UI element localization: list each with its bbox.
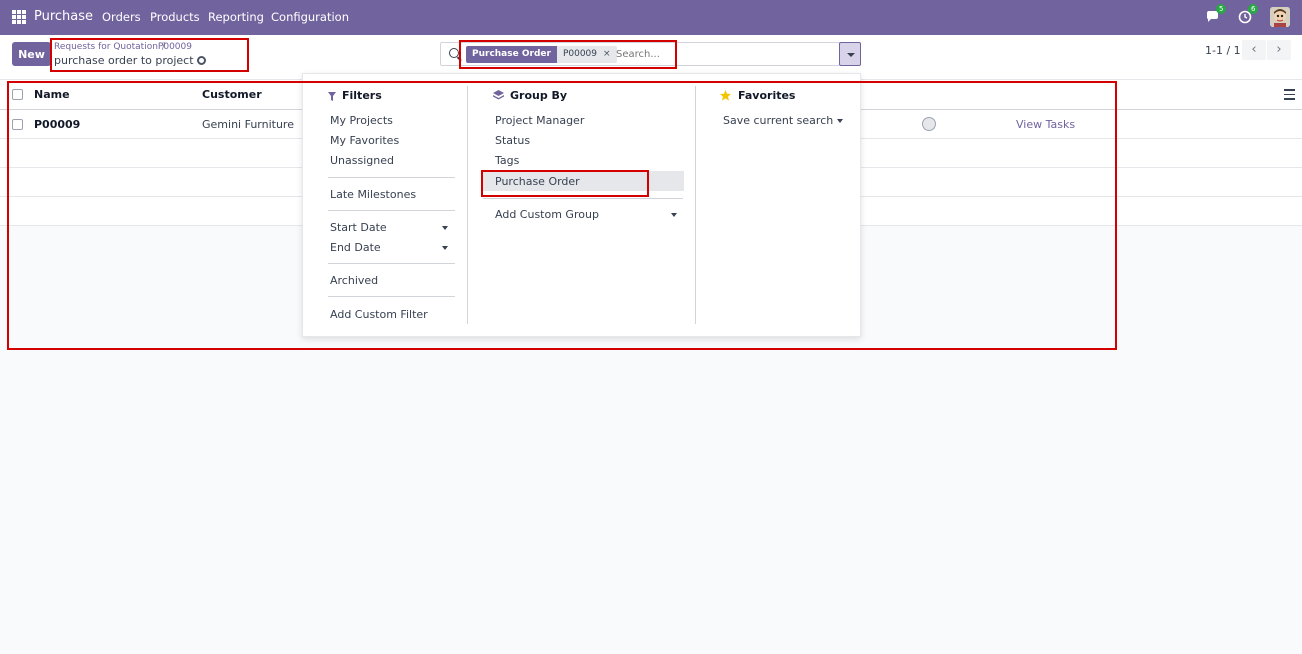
menu-configuration[interactable]: Configuration (271, 10, 349, 24)
pager-previous-button[interactable]: ‹ (1242, 40, 1266, 60)
search-icon (449, 48, 459, 58)
apps-menu-icon[interactable] (12, 10, 26, 24)
annotation-highlight-dropdown (7, 81, 1117, 350)
messages-badge: 5 (1216, 4, 1227, 14)
activities-button[interactable]: 6 (1238, 4, 1259, 27)
menu-orders[interactable]: Orders (102, 10, 141, 24)
top-navbar: Purchase Orders Products Reporting Confi… (0, 0, 1302, 35)
menu-reporting[interactable]: Reporting (208, 10, 264, 24)
pager-value[interactable]: 1-1 / 1 (1205, 44, 1241, 57)
annotation-highlight-purchase-order (481, 170, 649, 197)
search-options-toggle[interactable] (839, 42, 861, 66)
messages-button[interactable]: 5 (1206, 4, 1227, 27)
annotation-highlight-breadcrumb (50, 38, 249, 72)
annotation-highlight-search (459, 40, 677, 69)
activities-badge: 6 (1248, 4, 1259, 14)
menu-products[interactable]: Products (150, 10, 200, 24)
app-name[interactable]: Purchase (34, 9, 93, 24)
optional-columns-icon[interactable] (1284, 89, 1295, 100)
pager-next-button[interactable]: › (1267, 40, 1291, 60)
user-avatar[interactable] (1270, 7, 1290, 27)
new-button[interactable]: New (12, 42, 51, 66)
avatar-image (1270, 7, 1290, 27)
